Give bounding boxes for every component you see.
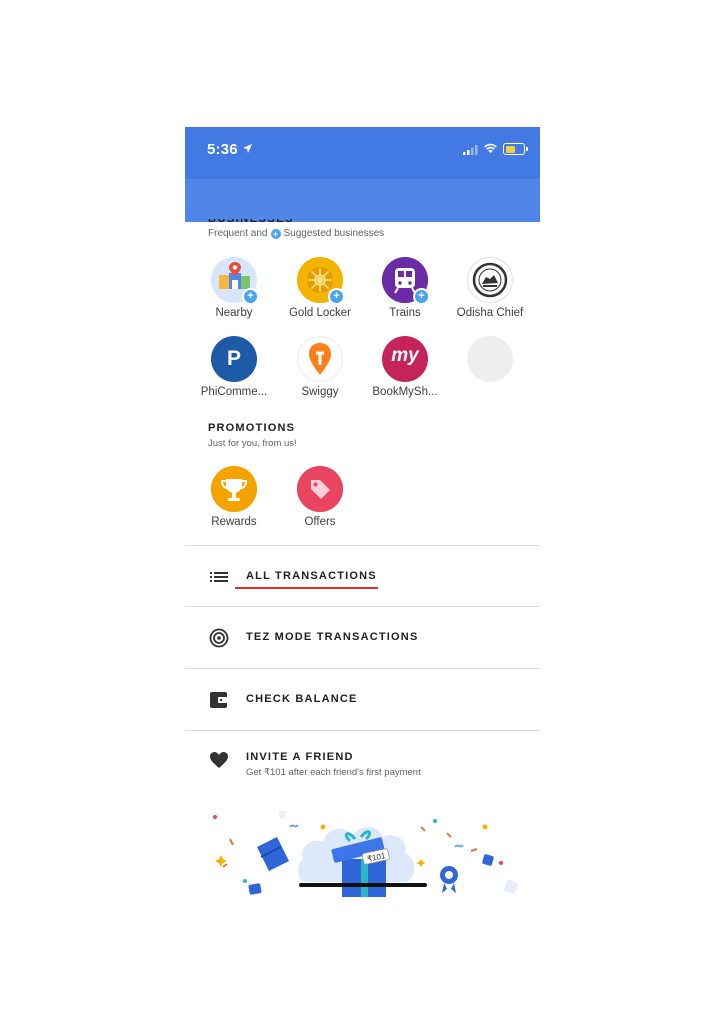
tag-icon — [297, 466, 343, 512]
business-label: Trains — [389, 307, 421, 319]
business-placeholder — [450, 336, 530, 386]
check-balance-row[interactable]: CHECK BALANCE — [185, 669, 540, 730]
promotion-label: Offers — [304, 516, 336, 528]
add-badge-icon: + — [242, 288, 259, 305]
target-icon — [209, 628, 229, 648]
tez-mode-transactions-row[interactable]: TEZ MODE TRANSACTIONS — [185, 607, 540, 668]
business-trains[interactable]: + Trains — [365, 257, 445, 319]
business-label: Odisha Chief — [456, 307, 524, 319]
list-icon — [210, 572, 228, 582]
business-bookmyshow[interactable]: my BookMySh... — [365, 336, 445, 398]
check-balance-label: CHECK BALANCE — [246, 693, 358, 705]
location-arrow-icon — [242, 143, 253, 154]
business-label: PhiComme... — [200, 386, 268, 398]
subtitle-text-1: Frequent and — [208, 228, 268, 239]
business-label: BookMySh... — [372, 386, 438, 398]
status-bar: 5:36 — [185, 127, 540, 179]
gold-locker-icon: + — [297, 257, 345, 305]
businesses-subtitle: Frequent and + Suggested businesses — [208, 228, 384, 239]
business-label: Swiggy — [301, 386, 339, 398]
add-badge-icon: + — [328, 288, 345, 305]
promotion-offers[interactable]: Offers — [280, 466, 360, 528]
promotion-rewards[interactable]: Rewards — [194, 466, 274, 528]
heart-icon — [210, 752, 228, 768]
promotions-heading: PROMOTIONS — [208, 422, 296, 434]
all-transactions-row[interactable]: ALL TRANSACTIONS — [185, 546, 540, 607]
add-badge-icon: + — [413, 288, 430, 305]
business-label: Nearby — [215, 307, 253, 319]
home-indicator — [299, 883, 427, 887]
bookmyshow-logo-text: my — [391, 345, 419, 366]
business-gold-locker[interactable]: + Gold Locker — [280, 257, 360, 319]
all-transactions-label: ALL TRANSACTIONS — [246, 570, 377, 582]
phicommerce-logo-letter: P — [226, 347, 241, 370]
phone-screen: 5:36 BUSINESSES Frequent and + Suggested… — [185, 127, 540, 897]
placeholder-circle — [467, 336, 513, 382]
wallet-icon — [210, 692, 227, 708]
battery-icon — [503, 143, 528, 155]
invite-friend-row[interactable]: INVITE A FRIEND Get ₹101 after each frie… — [185, 731, 540, 792]
bookmyshow-logo: my — [382, 336, 428, 382]
wifi-icon — [484, 143, 497, 154]
subtitle-text-2: Suggested businesses — [283, 228, 385, 239]
business-nearby[interactable]: + Nearby — [194, 257, 274, 319]
red-underline-annotation — [235, 587, 378, 589]
train-icon: + — [382, 257, 430, 305]
promotions-subtitle: Just for you, from us! — [208, 438, 297, 449]
tez-mode-label: TEZ MODE TRANSACTIONS — [246, 631, 419, 643]
odisha-emblem-icon — [467, 257, 513, 303]
swiggy-logo — [297, 336, 343, 382]
business-odisha-chief[interactable]: Odisha Chief — [450, 257, 530, 319]
invite-friend-label: INVITE A FRIEND — [246, 751, 354, 763]
business-phicommerce[interactable]: P PhiComme... — [194, 336, 274, 398]
app-bar — [185, 179, 540, 222]
cellular-signal-icon — [463, 145, 478, 155]
promotion-label: Rewards — [211, 516, 257, 528]
nearby-store-icon: + — [211, 257, 259, 305]
business-swiggy[interactable]: Swiggy — [280, 336, 360, 398]
status-time: 5:36 — [207, 141, 238, 158]
trophy-icon — [211, 466, 257, 512]
invite-friend-subtitle: Get ₹101 after each friend's first payme… — [246, 767, 421, 778]
invite-gift-illustration: ₹101 — [213, 811, 519, 897]
business-label: Gold Locker — [288, 307, 351, 319]
plus-badge-icon: + — [270, 228, 281, 239]
phicommerce-logo: P — [211, 336, 257, 382]
